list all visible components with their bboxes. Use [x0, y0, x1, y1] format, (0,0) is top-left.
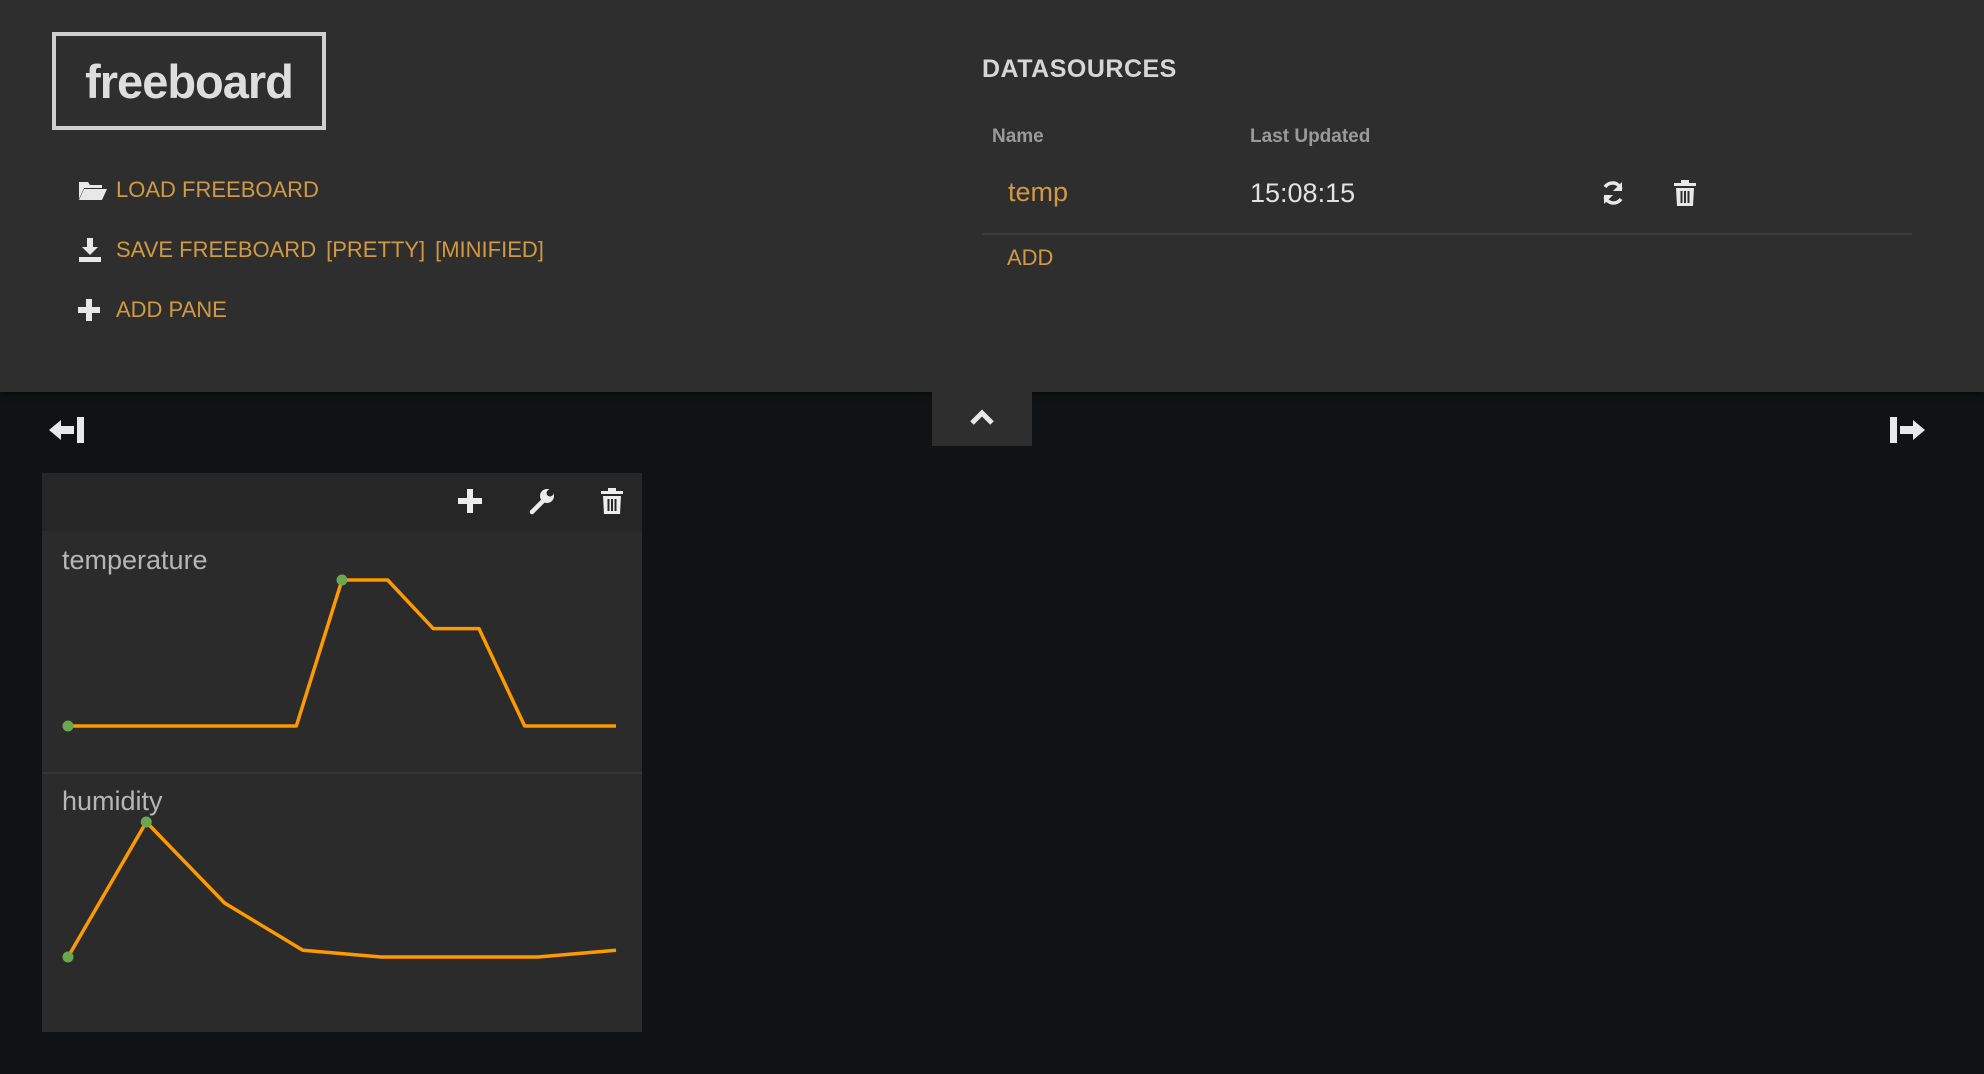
sparkline-start-point: [62, 951, 74, 963]
download-icon: [78, 236, 108, 264]
pane-toolbar: [42, 473, 642, 531]
sparkline-temperature: [62, 574, 616, 732]
datasources-last-updated-header: Last Updated: [1250, 126, 1371, 147]
sparkline-max-point: [336, 574, 348, 586]
pane-settings-button[interactable]: [522, 483, 562, 523]
save-minified-link[interactable]: [MINIFIED]: [435, 237, 544, 263]
shrink-columns-button[interactable]: [46, 416, 90, 448]
datasource-row-divider: [982, 233, 1912, 235]
sparkline-series: [66, 820, 617, 959]
widget-humidity: humidity: [42, 774, 642, 1032]
save-freeboard-label[interactable]: SAVE FREEBOARD: [116, 237, 316, 263]
freeboard-logo: freeboard: [52, 32, 326, 130]
refresh-icon[interactable]: [1596, 176, 1630, 210]
add-pane-label: ADD PANE: [116, 297, 227, 322]
sparkline-max-point: [140, 816, 152, 828]
sparkline-series: [68, 578, 616, 728]
arrow-right-expand-icon: [1886, 416, 1926, 449]
header-panel: freeboard LOAD FREEBOARD SAVE FREEBOARD …: [0, 0, 1984, 392]
datasources-name-header: Name: [992, 126, 1044, 147]
datasource-name-link[interactable]: temp: [1008, 177, 1068, 208]
save-pretty-link[interactable]: [PRETTY]: [326, 237, 425, 263]
wrench-icon: [528, 487, 556, 520]
trash-icon[interactable]: [1668, 176, 1702, 210]
load-freeboard-label: LOAD FREEBOARD: [116, 177, 319, 202]
logo-text: freeboard: [85, 54, 294, 108]
load-freeboard-button[interactable]: LOAD FREEBOARD: [78, 176, 319, 204]
folder-open-icon: [78, 176, 108, 204]
trash-icon: [600, 487, 624, 520]
add-datasource-button[interactable]: ADD: [1007, 245, 1053, 271]
arrow-left-collapse-icon: [48, 416, 88, 449]
pane-add-widget-button[interactable]: [450, 483, 490, 523]
add-pane-button[interactable]: ADD PANE: [78, 296, 227, 324]
pane-delete-button[interactable]: [592, 483, 632, 523]
widget-temperature: temperature: [42, 531, 642, 773]
datasource-last-updated: 15:08:15: [1250, 178, 1356, 208]
sparkline-humidity: [62, 816, 617, 963]
expand-columns-button[interactable]: [1884, 416, 1928, 448]
save-freeboard-item: SAVE FREEBOARD [PRETTY] [MINIFIED]: [78, 236, 544, 264]
sparkline-start-point: [62, 720, 74, 732]
plus-icon: [458, 488, 482, 518]
datasources-title: DATASOURCES: [982, 55, 1177, 83]
plus-icon: [78, 296, 108, 324]
header-toggle-button[interactable]: [932, 392, 1032, 446]
dashboard-pane: temperature humidity: [42, 473, 642, 1032]
chevron-up-icon: [969, 408, 995, 431]
